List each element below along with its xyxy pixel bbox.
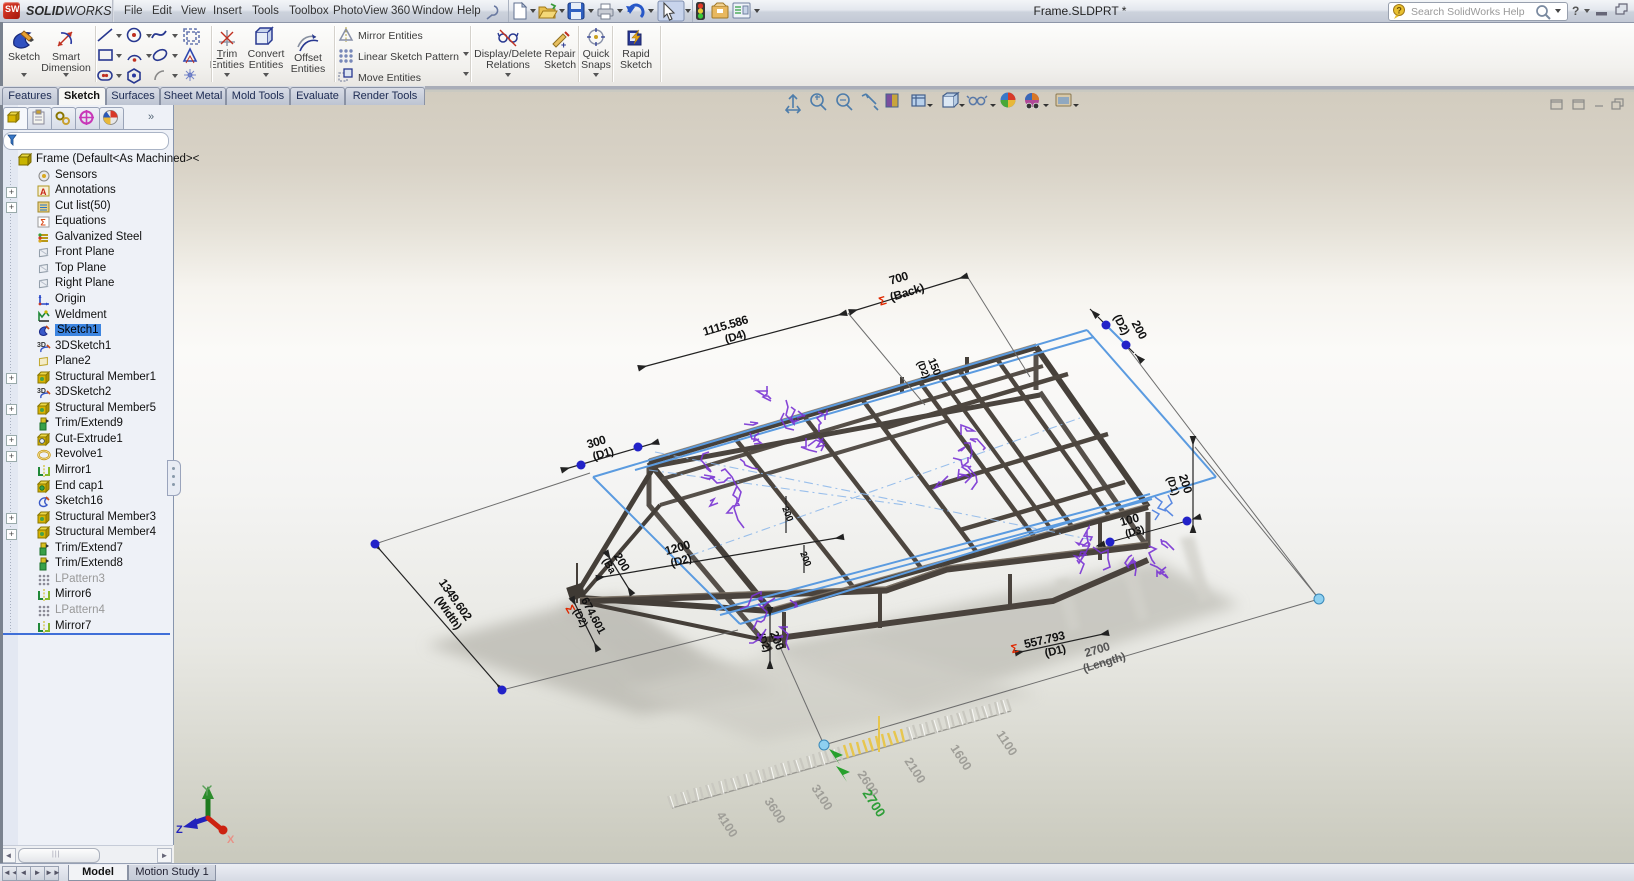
svg-text:?: ? xyxy=(1572,4,1579,18)
svg-text:Σ: Σ xyxy=(40,218,46,228)
svg-text:A: A xyxy=(40,187,47,197)
svg-text:X: X xyxy=(227,834,235,846)
svg-text:Search SolidWorks Help: Search SolidWorks Help xyxy=(1411,6,1525,18)
svg-text:?: ? xyxy=(1396,6,1402,16)
svg-text:Z: Z xyxy=(176,824,183,836)
